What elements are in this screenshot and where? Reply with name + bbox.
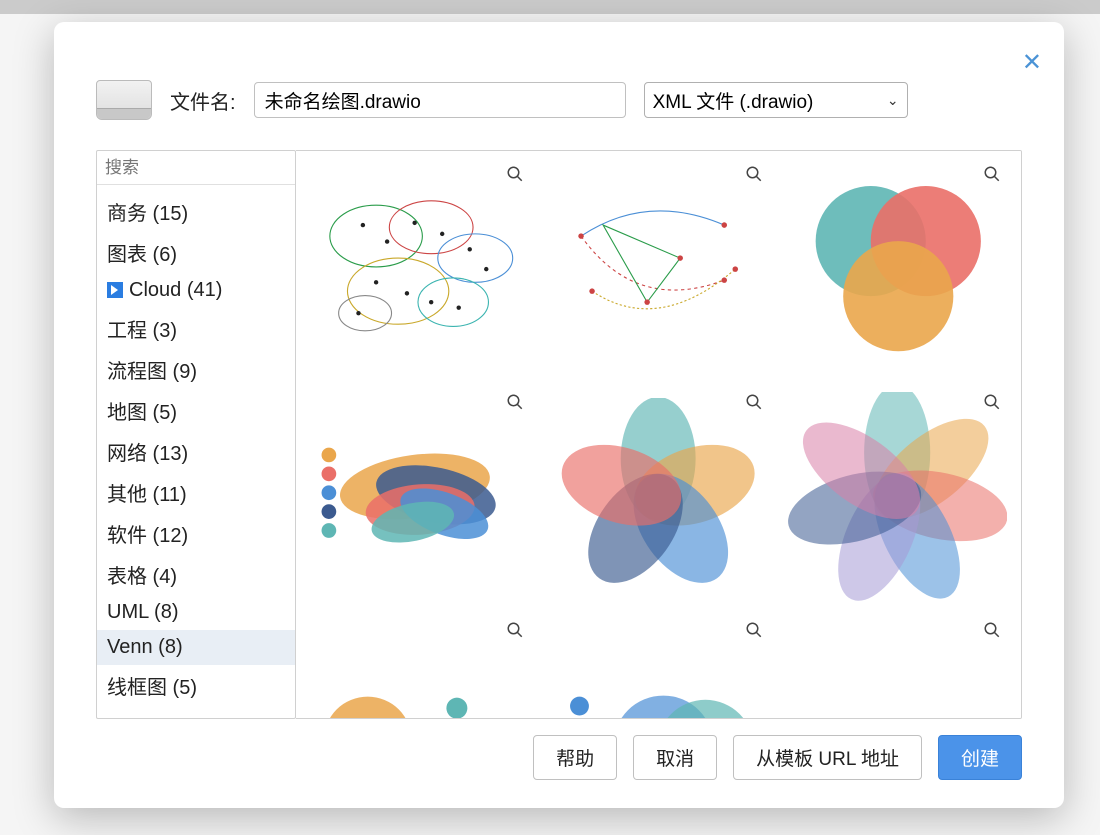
template-thumb xyxy=(787,389,1007,605)
category-label: 表格 (4) xyxy=(107,566,177,588)
category-label: 线框图 (5) xyxy=(107,677,197,699)
magnifier-icon[interactable] xyxy=(983,393,1001,416)
background-toolbar xyxy=(0,0,1100,14)
template-tile[interactable] xyxy=(548,161,768,377)
template-sidebar: 商务 (15) 图表 (6) Cloud (41) 工程 (3) 流程图 (9) 地图 (… xyxy=(96,150,296,719)
magnifier-icon[interactable] xyxy=(506,393,524,416)
filetype-select[interactable]: XML 文件 (.drawio) ⌄ xyxy=(644,82,908,118)
template-tile[interactable] xyxy=(787,161,1007,377)
category-item[interactable]: 软件 (12) xyxy=(97,513,295,554)
category-label: 商务 (15) xyxy=(107,203,188,225)
category-label: UML (8) xyxy=(107,601,178,623)
magnifier-icon[interactable] xyxy=(506,165,524,188)
magnifier-icon[interactable] xyxy=(745,393,763,416)
close-icon[interactable]: ✕ xyxy=(1022,48,1042,77)
template-tile[interactable] xyxy=(787,389,1007,605)
dialog-header: 文件名: XML 文件 (.drawio) ⌄ xyxy=(54,22,1064,150)
template-thumb xyxy=(548,389,768,605)
category-label: 流程图 (9) xyxy=(107,361,197,383)
category-item[interactable]: Venn (8) xyxy=(97,630,295,665)
new-file-dialog: ✕ 文件名: XML 文件 (.drawio) ⌄ 商务 (15) 图表 (6) C… xyxy=(54,22,1064,808)
category-label: 网络 (13) xyxy=(107,443,188,465)
from-url-button[interactable]: 从模板 URL 地址 xyxy=(733,735,922,780)
chevron-down-icon: ⌄ xyxy=(887,92,899,109)
search-row xyxy=(97,151,295,185)
magnifier-icon[interactable] xyxy=(506,621,524,644)
magnifier-icon[interactable] xyxy=(745,165,763,188)
drive-icon xyxy=(96,80,152,120)
category-label: 其他 (11) xyxy=(107,484,187,506)
template-thumb xyxy=(310,389,530,605)
category-list: 商务 (15) 图表 (6) Cloud (41) 工程 (3) 流程图 (9) 地图 (… xyxy=(97,185,295,718)
template-thumb xyxy=(548,617,768,719)
template-tile[interactable] xyxy=(310,617,530,719)
category-label: Cloud (41) xyxy=(129,279,222,301)
template-thumb xyxy=(310,617,530,719)
category-item[interactable]: UML (8) xyxy=(97,595,295,630)
template-tile[interactable] xyxy=(548,389,768,605)
category-label: 地图 (5) xyxy=(107,402,177,424)
cancel-button[interactable]: 取消 xyxy=(633,735,717,780)
dialog-body: 商务 (15) 图表 (6) Cloud (41) 工程 (3) 流程图 (9) 地图 (… xyxy=(54,150,1064,719)
category-item[interactable]: Cloud (41) xyxy=(97,273,295,308)
category-label: 软件 (12) xyxy=(107,525,188,547)
category-item[interactable]: 商务 (15) xyxy=(97,191,295,232)
template-tile[interactable] xyxy=(548,617,768,719)
template-gallery xyxy=(296,150,1022,719)
filename-input[interactable] xyxy=(254,82,626,118)
category-item[interactable]: 图表 (6) xyxy=(97,232,295,273)
category-label: 图表 (6) xyxy=(107,244,177,266)
category-label: 工程 (3) xyxy=(107,320,177,342)
category-item[interactable]: 流程图 (9) xyxy=(97,349,295,390)
template-tile[interactable] xyxy=(310,389,530,605)
expand-icon xyxy=(107,282,123,298)
magnifier-icon[interactable] xyxy=(983,621,1001,644)
help-button[interactable]: 帮助 xyxy=(533,735,617,780)
category-item[interactable]: 表格 (4) xyxy=(97,554,295,595)
dialog-footer: 帮助 取消 从模板 URL 地址 创建 xyxy=(54,719,1064,808)
magnifier-icon[interactable] xyxy=(745,621,763,644)
category-item[interactable]: 地图 (5) xyxy=(97,390,295,431)
category-item[interactable]: 布局 (4) xyxy=(97,706,295,718)
template-thumb xyxy=(787,617,1007,719)
category-item[interactable]: 网络 (13) xyxy=(97,431,295,472)
template-thumb xyxy=(548,161,768,377)
category-item[interactable]: 其他 (11) xyxy=(97,472,295,513)
template-thumb xyxy=(787,161,1007,377)
magnifier-icon[interactable] xyxy=(983,165,1001,188)
template-tile[interactable] xyxy=(310,161,530,377)
create-button[interactable]: 创建 xyxy=(938,735,1022,780)
template-thumb xyxy=(310,161,530,377)
category-label: Venn (8) xyxy=(107,636,183,658)
filename-label: 文件名: xyxy=(170,86,236,115)
category-item[interactable]: 工程 (3) xyxy=(97,308,295,349)
filetype-value: XML 文件 (.drawio) xyxy=(653,87,814,114)
category-item[interactable]: 线框图 (5) xyxy=(97,665,295,706)
template-tile[interactable] xyxy=(787,617,1007,719)
